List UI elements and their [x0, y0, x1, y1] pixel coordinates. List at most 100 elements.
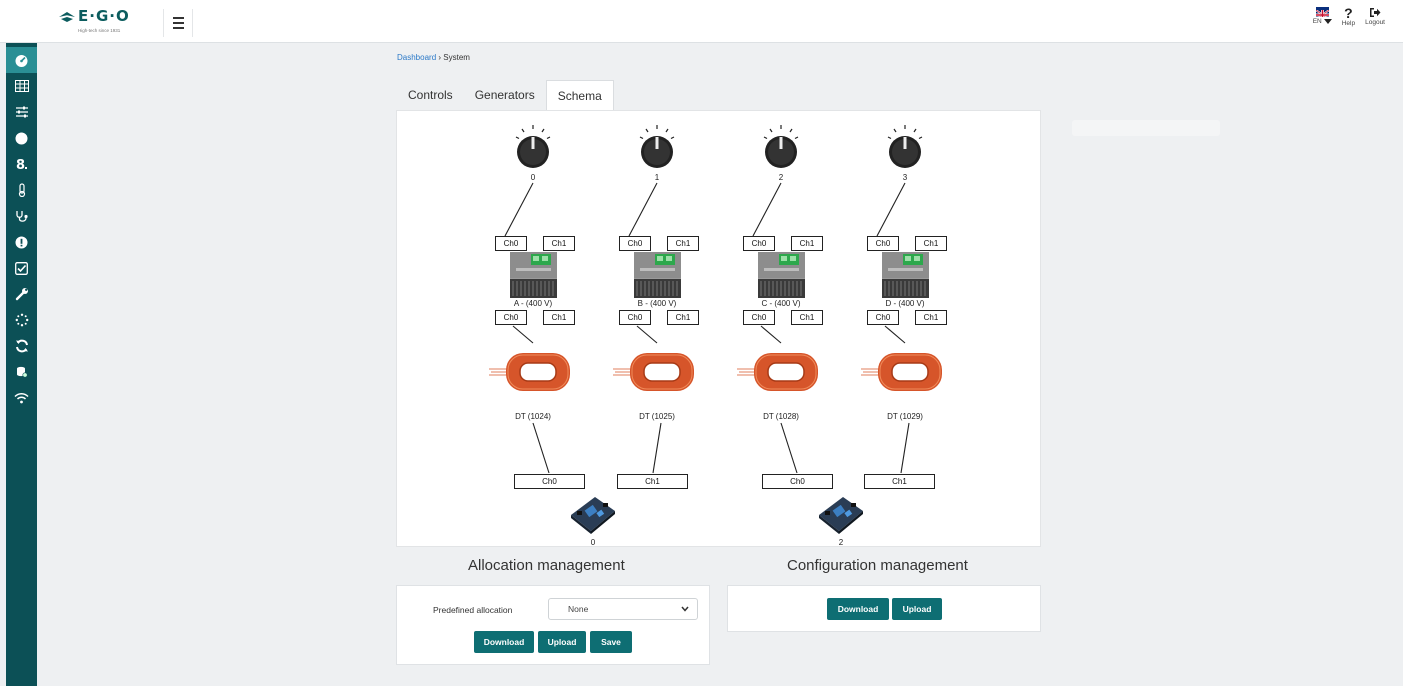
sidebar-item-sync[interactable] [6, 333, 37, 359]
caret-down-icon [1323, 18, 1332, 24]
sidebar-item-circle[interactable] [6, 125, 37, 151]
predefined-allocation-select[interactable]: None [548, 598, 698, 620]
sidebar-item-dashboard[interactable] [6, 47, 37, 73]
generator-module-image [510, 252, 557, 298]
sidebar-item-alerts[interactable] [6, 229, 37, 255]
generator-output-ch1[interactable]: Ch1 [667, 310, 699, 325]
schema-panel: 0 Ch0 Ch1 A - (400 V) Ch0 Ch1 DT (1024) 1 Ch0 Ch1… [396, 110, 1041, 547]
generator-output-ch1[interactable]: Ch1 [915, 310, 947, 325]
coil-label: DT (1029) [887, 412, 923, 421]
coil-label: DT (1028) [763, 412, 799, 421]
knob-icon [763, 125, 799, 168]
power-knob[interactable] [883, 123, 927, 171]
generator-input-ch1[interactable]: Ch1 [667, 236, 699, 251]
induction-coil-image [613, 349, 701, 395]
sidebar-item-table[interactable] [6, 73, 37, 99]
help-link[interactable]: ? Help [1342, 6, 1355, 27]
power-knob[interactable] [635, 123, 679, 171]
knob-icon [639, 125, 675, 168]
dashboard-gauge-icon [15, 54, 28, 67]
generator-output-ch0[interactable]: Ch0 [495, 310, 527, 325]
generator-input-ch1[interactable]: Ch1 [791, 236, 823, 251]
sliders-icon [15, 106, 28, 118]
menu-icon-bar [172, 27, 184, 29]
tab-schema[interactable]: Schema [545, 80, 614, 111]
tab-bar: Controls Generators Schema [397, 80, 614, 111]
predefined-allocation-label: Predefined allocation [433, 605, 513, 615]
ego-logo-icon [59, 12, 75, 22]
generator-module-image [634, 252, 681, 298]
allocation-upload-button[interactable]: Upload [538, 631, 586, 653]
generator-output-ch0[interactable]: Ch0 [743, 310, 775, 325]
generator-input-ch1[interactable]: Ch1 [915, 236, 947, 251]
thermometer-icon [18, 183, 25, 197]
sidebar: 8 [6, 43, 37, 686]
generator-input-ch0[interactable]: Ch0 [495, 236, 527, 251]
configuration-box: Download Upload [727, 585, 1041, 632]
controller-board-image[interactable] [817, 493, 865, 535]
configuration-upload-button[interactable]: Upload [892, 598, 942, 620]
logout-link[interactable]: Logout [1365, 7, 1385, 26]
svg-text:8: 8 [16, 158, 25, 171]
breadcrumb: Dashboard › System [397, 53, 470, 62]
generator-input-ch0[interactable]: Ch0 [867, 236, 899, 251]
checkbox-icon [15, 261, 28, 275]
sidebar-item-tasks[interactable] [6, 255, 37, 281]
circle-icon [15, 132, 28, 144]
menu-toggle-button[interactable] [163, 9, 193, 37]
database-icon [16, 366, 28, 378]
language-selector[interactable]: EN [1313, 7, 1332, 25]
schema-wires [504, 182, 910, 474]
board-0-ch0[interactable]: Ch0 [514, 474, 585, 489]
ego-logo[interactable]: E·G·O High-tech since 1931 [58, 7, 153, 38]
alert-icon [15, 236, 28, 248]
sidebar-item-database[interactable] [6, 359, 37, 385]
generator-input-ch0[interactable]: Ch0 [619, 236, 651, 251]
board-2-ch1[interactable]: Ch1 [864, 474, 935, 489]
sidebar-item-processing[interactable] [6, 307, 37, 333]
connection-wire [760, 325, 782, 344]
board-index-label: 0 [590, 538, 596, 547]
table-grid-icon [14, 80, 29, 92]
uk-flag-icon [1315, 7, 1329, 17]
chevron-down-icon [681, 606, 689, 612]
generator-output-ch0[interactable]: Ch0 [619, 310, 651, 325]
generator-input-ch0[interactable]: Ch0 [743, 236, 775, 251]
generator-output-ch0[interactable]: Ch0 [867, 310, 899, 325]
sidebar-item-counter[interactable]: 8 [6, 151, 37, 177]
spinner-icon [15, 313, 28, 327]
tab-controls[interactable]: Controls [397, 80, 464, 111]
generator-output-ch1[interactable]: Ch1 [791, 310, 823, 325]
knob-icon [515, 125, 551, 168]
tab-generators[interactable]: Generators [464, 80, 546, 111]
sidebar-item-temperature[interactable] [6, 177, 37, 203]
generator-module-image [882, 252, 929, 298]
sidebar-item-tools[interactable] [6, 281, 37, 307]
menu-icon-bar [172, 17, 184, 19]
connection-wire [876, 182, 906, 237]
generator-input-ch1[interactable]: Ch1 [543, 236, 575, 251]
top-bar: E·G·O High-tech since 1931 EN ? Help Log… [0, 0, 1403, 43]
knob-index-label: 2 [778, 173, 784, 182]
configuration-download-button[interactable]: Download [827, 598, 889, 620]
logout-label: Logout [1365, 19, 1385, 26]
connection-wire [636, 325, 658, 344]
induction-coil-image [861, 349, 949, 395]
generator-output-ch1[interactable]: Ch1 [543, 310, 575, 325]
generator-label: B - (400 V) [637, 299, 677, 308]
sidebar-item-sliders[interactable] [6, 99, 37, 125]
allocation-download-button[interactable]: Download [474, 631, 534, 653]
wrench-icon [15, 288, 28, 301]
sidebar-item-wireless[interactable] [6, 385, 37, 411]
language-code: EN [1312, 18, 1322, 25]
controller-board-image[interactable] [569, 493, 617, 535]
sidebar-item-diagnostics[interactable] [6, 203, 37, 229]
coil-label: DT (1025) [639, 412, 675, 421]
breadcrumb-dashboard-link[interactable]: Dashboard [397, 53, 436, 62]
power-knob[interactable] [511, 123, 555, 171]
allocation-save-button[interactable]: Save [590, 631, 632, 653]
generator-label: A - (400 V) [513, 299, 553, 308]
board-2-ch0[interactable]: Ch0 [762, 474, 833, 489]
board-0-ch1[interactable]: Ch1 [617, 474, 688, 489]
power-knob[interactable] [759, 123, 803, 171]
